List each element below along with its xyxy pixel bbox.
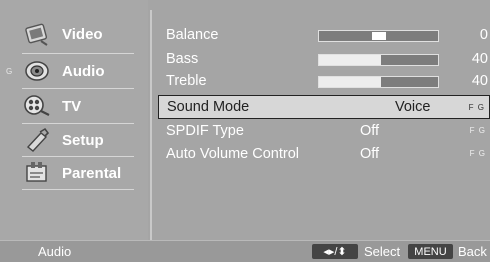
balance-slider[interactable] [318,30,439,42]
sidebar-item-label: Audio [62,62,105,80]
sidebar-item-setup[interactable]: Setup [22,122,134,158]
bass-slider-fill [319,55,381,65]
audio-icon [22,58,52,84]
menu-row-sound-mode[interactable]: Sound Mode Voice F G [158,95,490,119]
bass-value: 40 [471,51,488,67]
sidebar-item-tv[interactable]: TV [22,88,134,124]
treble-slider-fill [319,77,381,87]
menu-row-balance[interactable]: Balance 0 [158,25,490,47]
balance-label: Balance [166,27,219,43]
sound-mode-label: Sound Mode [167,99,250,115]
sidebar-item-label: Video [62,25,103,43]
video-icon [22,21,52,47]
menu-row-spdif-type[interactable]: SPDIF Type Off F G [158,121,490,143]
sidebar-item-audio[interactable]: Audio [22,53,134,89]
bass-label: Bass [166,51,199,67]
sidebar-item-parental[interactable]: Parental [22,155,134,191]
menu-row-treble[interactable]: Treble 40 [158,71,490,93]
setup-icon [22,127,52,153]
panel-divider [150,10,152,240]
sidebar-item-video[interactable]: Video [22,16,134,52]
treble-value: 40 [471,73,488,89]
bass-slider[interactable] [318,54,439,66]
sidebar-divider [22,189,134,190]
auto-volume-control-value[interactable]: Off [360,146,379,162]
sound-mode-fg-marker: F G [468,103,485,112]
navigate-key-hint: ◂▸/⬍ [312,244,358,259]
spdif-type-value[interactable]: Off [360,123,379,139]
sound-mode-value[interactable]: Voice [395,99,430,115]
spdif-type-label: SPDIF Type [166,123,244,139]
balance-slider-knob[interactable] [371,32,386,40]
sidebar-item-label: Parental [62,164,122,182]
tv-audio-menu-screen: Video G Audio TV Setup Parental Balance … [0,0,490,262]
sidebar-item-label: TV [62,97,82,115]
spdif-fg-marker: F G [469,126,486,135]
category-sidebar: Video G Audio TV Setup Parental [0,0,148,240]
back-hint: Back [458,244,487,259]
avc-fg-marker: F G [469,149,486,158]
tv-icon [22,93,52,119]
treble-slider[interactable] [318,76,439,88]
treble-label: Treble [166,73,207,89]
menu-row-bass[interactable]: Bass 40 [158,49,490,71]
status-title: Audio [38,244,72,259]
menu-key-hint: MENU [408,244,453,259]
balance-value: 0 [479,27,488,43]
selected-marker: G [6,67,13,76]
menu-row-auto-volume-control[interactable]: Auto Volume Control Off F G [158,144,490,166]
select-hint: Select [364,244,401,259]
auto-volume-control-label: Auto Volume Control [166,146,299,162]
status-bar: Audio ◂▸/⬍ Select MENU Back [0,240,490,262]
sidebar-item-label: Setup [62,131,104,149]
parental-icon [22,160,52,186]
